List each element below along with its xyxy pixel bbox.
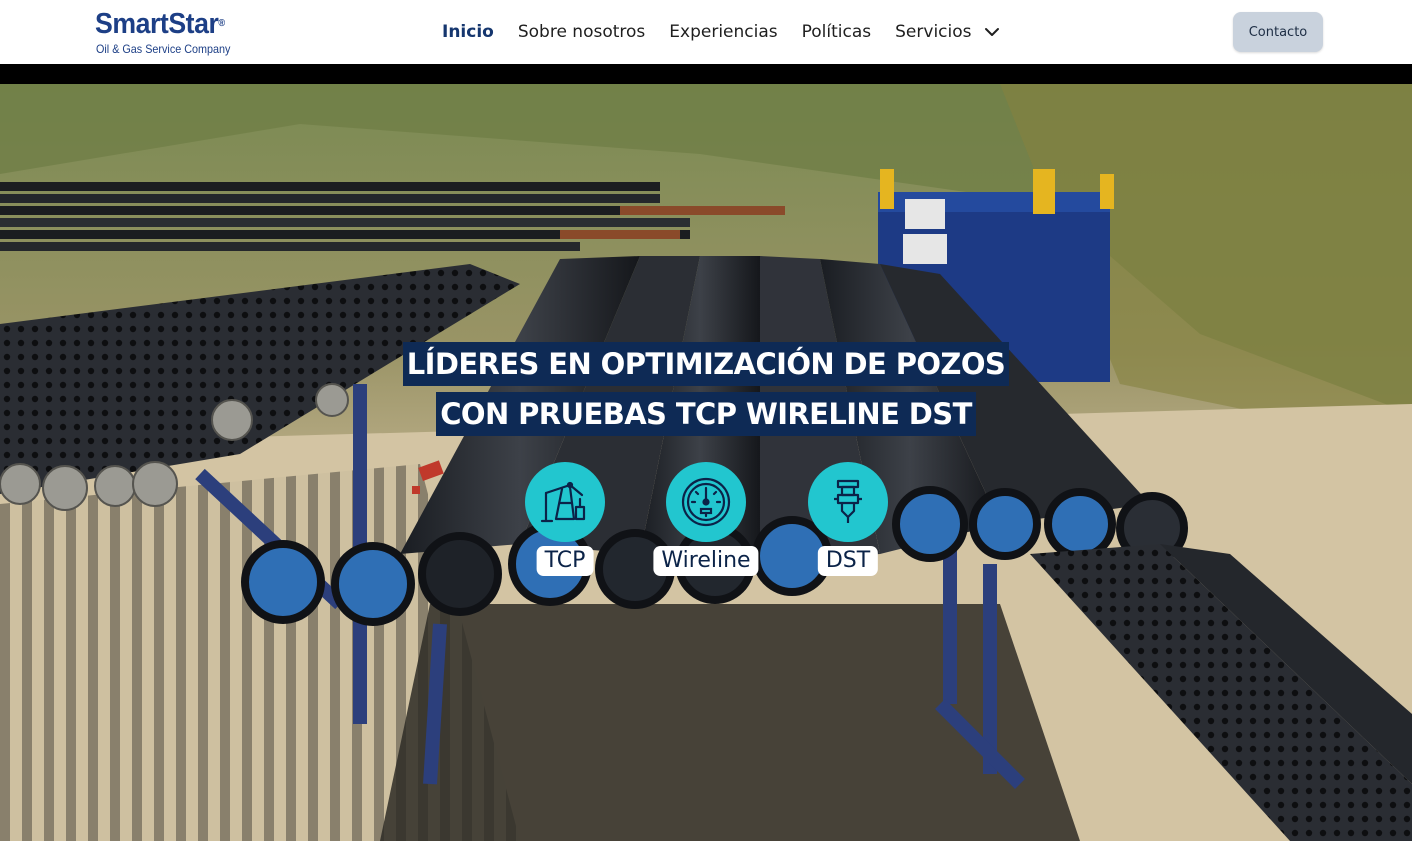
service-tcp-label: TCP xyxy=(536,546,594,576)
hero-section: LÍDERES EN OPTIMIZACIÓN DE POZOS CON PRU… xyxy=(0,84,1412,841)
nav-experiencias[interactable]: Experiencias xyxy=(669,22,777,42)
service-wireline-label: Wireline xyxy=(653,546,759,576)
pumpjack-icon xyxy=(525,462,605,542)
contact-button[interactable]: Contacto xyxy=(1233,12,1323,52)
nav-servicios[interactable]: Servicios xyxy=(895,22,999,42)
chevron-down-icon xyxy=(984,28,999,36)
nav-inicio[interactable]: Inicio xyxy=(442,22,494,42)
nav-politicas[interactable]: Políticas xyxy=(802,22,872,42)
logo-tagline: Oil & Gas Service Company xyxy=(96,42,231,56)
main-nav: Inicio Sobre nosotros Experiencias Polít… xyxy=(442,0,1024,64)
hero-headline-line-2: CON PRUEBAS TCP WIRELINE DST xyxy=(0,392,1412,436)
valve-tool-icon xyxy=(808,462,888,542)
nav-servicios-label: Servicios xyxy=(895,22,972,42)
logo-wordmark: SmartStar® xyxy=(95,8,225,40)
logo[interactable]: SmartStar® Oil & Gas Service Company xyxy=(95,8,255,58)
nav-sobre-nosotros[interactable]: Sobre nosotros xyxy=(518,22,645,42)
service-dst[interactable]: DST xyxy=(788,462,908,582)
gauge-icon xyxy=(666,462,746,542)
service-dst-label: DST xyxy=(817,546,879,576)
service-tcp[interactable]: TCP xyxy=(505,462,625,582)
service-wireline[interactable]: Wireline xyxy=(646,462,766,582)
site-header: SmartStar® Oil & Gas Service Company Ini… xyxy=(0,0,1412,64)
header-divider-bar xyxy=(0,64,1412,84)
hero-headline-line-1: LÍDERES EN OPTIMIZACIÓN DE POZOS xyxy=(0,342,1412,386)
